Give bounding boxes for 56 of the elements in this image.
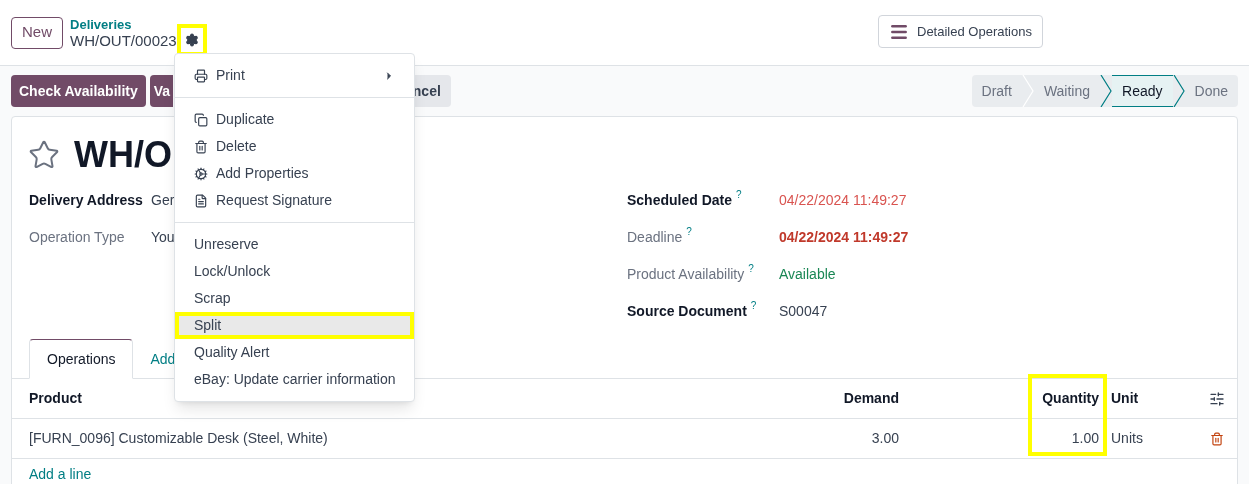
field-value: S00047 — [779, 302, 828, 321]
action-button[interactable]: Va — [149, 75, 173, 107]
field-value: Ger — [151, 191, 175, 210]
table-cell: 3.00 — [787, 419, 907, 459]
star-icon[interactable] — [28, 139, 60, 171]
column-header[interactable]: Quantity — [907, 379, 1107, 419]
field-label: Product Availability — [627, 265, 745, 284]
help-mark[interactable]: ? — [748, 264, 754, 274]
record-title: WH/O — [74, 135, 172, 175]
help-mark[interactable]: ? — [736, 190, 742, 200]
menu-item[interactable]: Add Properties — [175, 160, 414, 187]
chevron-divider — [1100, 75, 1113, 107]
help-mark[interactable]: ? — [750, 301, 757, 311]
field-label: Deadline — [627, 228, 683, 247]
field-value: 04/22/2024 11:49:27 — [779, 191, 907, 210]
column-header[interactable]: Demand — [787, 379, 907, 419]
trash-icon — [194, 139, 208, 154]
menu-item[interactable]: Split — [175, 312, 414, 339]
settings-icon — [184, 32, 199, 47]
gears-icon — [194, 166, 208, 181]
field-label: Scheduled Date — [627, 191, 733, 210]
stage-tab[interactable]: Waiting — [1033, 75, 1101, 107]
field-value: Available — [779, 265, 836, 284]
menu-item[interactable]: Duplicate — [175, 106, 414, 133]
help-mark[interactable]: ? — [686, 227, 692, 237]
column-settings-icon[interactable] — [1209, 390, 1225, 407]
copy-icon — [194, 112, 208, 127]
column-header[interactable]: Unit — [1107, 379, 1197, 419]
document-icon — [194, 193, 208, 208]
new-button[interactable]: New — [11, 16, 63, 49]
record-reference: WH/OUT/00023 — [70, 32, 177, 49]
menu-item[interactable]: Delete — [175, 133, 414, 160]
trash-icon[interactable] — [1210, 431, 1224, 446]
breadcrumb-link[interactable]: Deliveries — [70, 16, 177, 33]
stage-tab[interactable]: Done — [1184, 75, 1238, 107]
settings-button[interactable] — [176, 23, 207, 56]
menu-item[interactable]: Lock/Unlock — [175, 258, 414, 285]
notebook-tab[interactable]: Operations — [29, 339, 134, 379]
add-line-link[interactable]: Add a line — [29, 463, 92, 484]
field-value: 04/22/2024 11:49:27 — [779, 228, 909, 247]
detailed-operations-button[interactable]: Detailed Operations — [878, 15, 1043, 48]
table-cell: [FURN_0096] Customizable Desk (Steel, White) — [12, 419, 787, 459]
stage-tab[interactable]: Draft — [971, 75, 1022, 107]
stage-tab[interactable]: Ready — [1112, 75, 1173, 107]
field-label: Operation Type — [29, 228, 126, 247]
field-label: Source Document — [627, 302, 747, 321]
field-label: Delivery Address — [29, 191, 144, 210]
menu-item[interactable]: Request Signature — [175, 187, 414, 214]
chevron-divider — [1172, 75, 1185, 107]
printer-icon — [194, 68, 208, 83]
table-cell: 1.00 — [907, 419, 1107, 459]
table-cell: Units — [1107, 419, 1197, 459]
menu-item[interactable]: Unreserve — [175, 231, 414, 258]
menu-item[interactable]: Scrap — [175, 285, 414, 312]
field-value: You — [151, 228, 175, 247]
action-button[interactable]: Check Availability — [11, 75, 146, 107]
